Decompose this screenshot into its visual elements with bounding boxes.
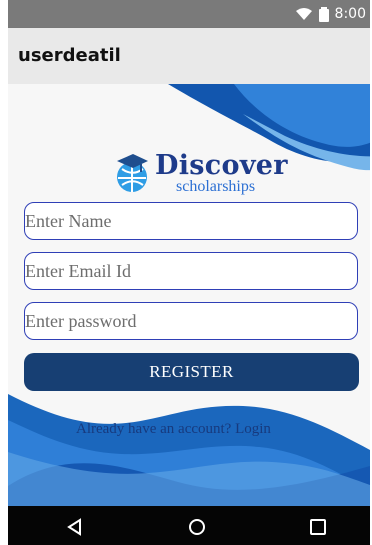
screen-title: userdeatil bbox=[18, 45, 121, 66]
password-input[interactable] bbox=[25, 303, 357, 339]
recents-icon[interactable] bbox=[307, 516, 329, 538]
login-link[interactable]: Already have an account? Login bbox=[76, 421, 321, 438]
battery-icon bbox=[318, 6, 329, 22]
status-bar: 8:00 bbox=[8, 0, 370, 28]
action-bar: userdeatil bbox=[8, 28, 370, 84]
logo-title: Discover bbox=[155, 150, 288, 181]
bottom-wave-decoration bbox=[8, 394, 370, 506]
password-field[interactable] bbox=[24, 302, 358, 340]
status-time: 8:00 bbox=[334, 6, 366, 22]
graduation-globe-icon bbox=[117, 154, 148, 192]
app-screen: 8:00 userdeatil Discover scholarships En… bbox=[8, 0, 370, 545]
registration-content: Discover scholarships REGISTER Already h… bbox=[8, 84, 370, 506]
email-field[interactable] bbox=[24, 252, 358, 290]
discover-scholarships-logo: Discover scholarships bbox=[112, 148, 288, 200]
name-field[interactable] bbox=[24, 202, 358, 240]
status-icons: 8:00 bbox=[295, 6, 366, 22]
name-input[interactable] bbox=[25, 203, 357, 239]
email-input[interactable] bbox=[25, 253, 357, 289]
back-icon[interactable] bbox=[64, 516, 86, 538]
home-icon[interactable] bbox=[186, 516, 208, 538]
logo-subtitle: scholarships bbox=[176, 178, 256, 195]
wifi-icon bbox=[295, 8, 312, 20]
register-button[interactable]: REGISTER bbox=[24, 353, 359, 391]
navigation-bar bbox=[8, 506, 370, 545]
